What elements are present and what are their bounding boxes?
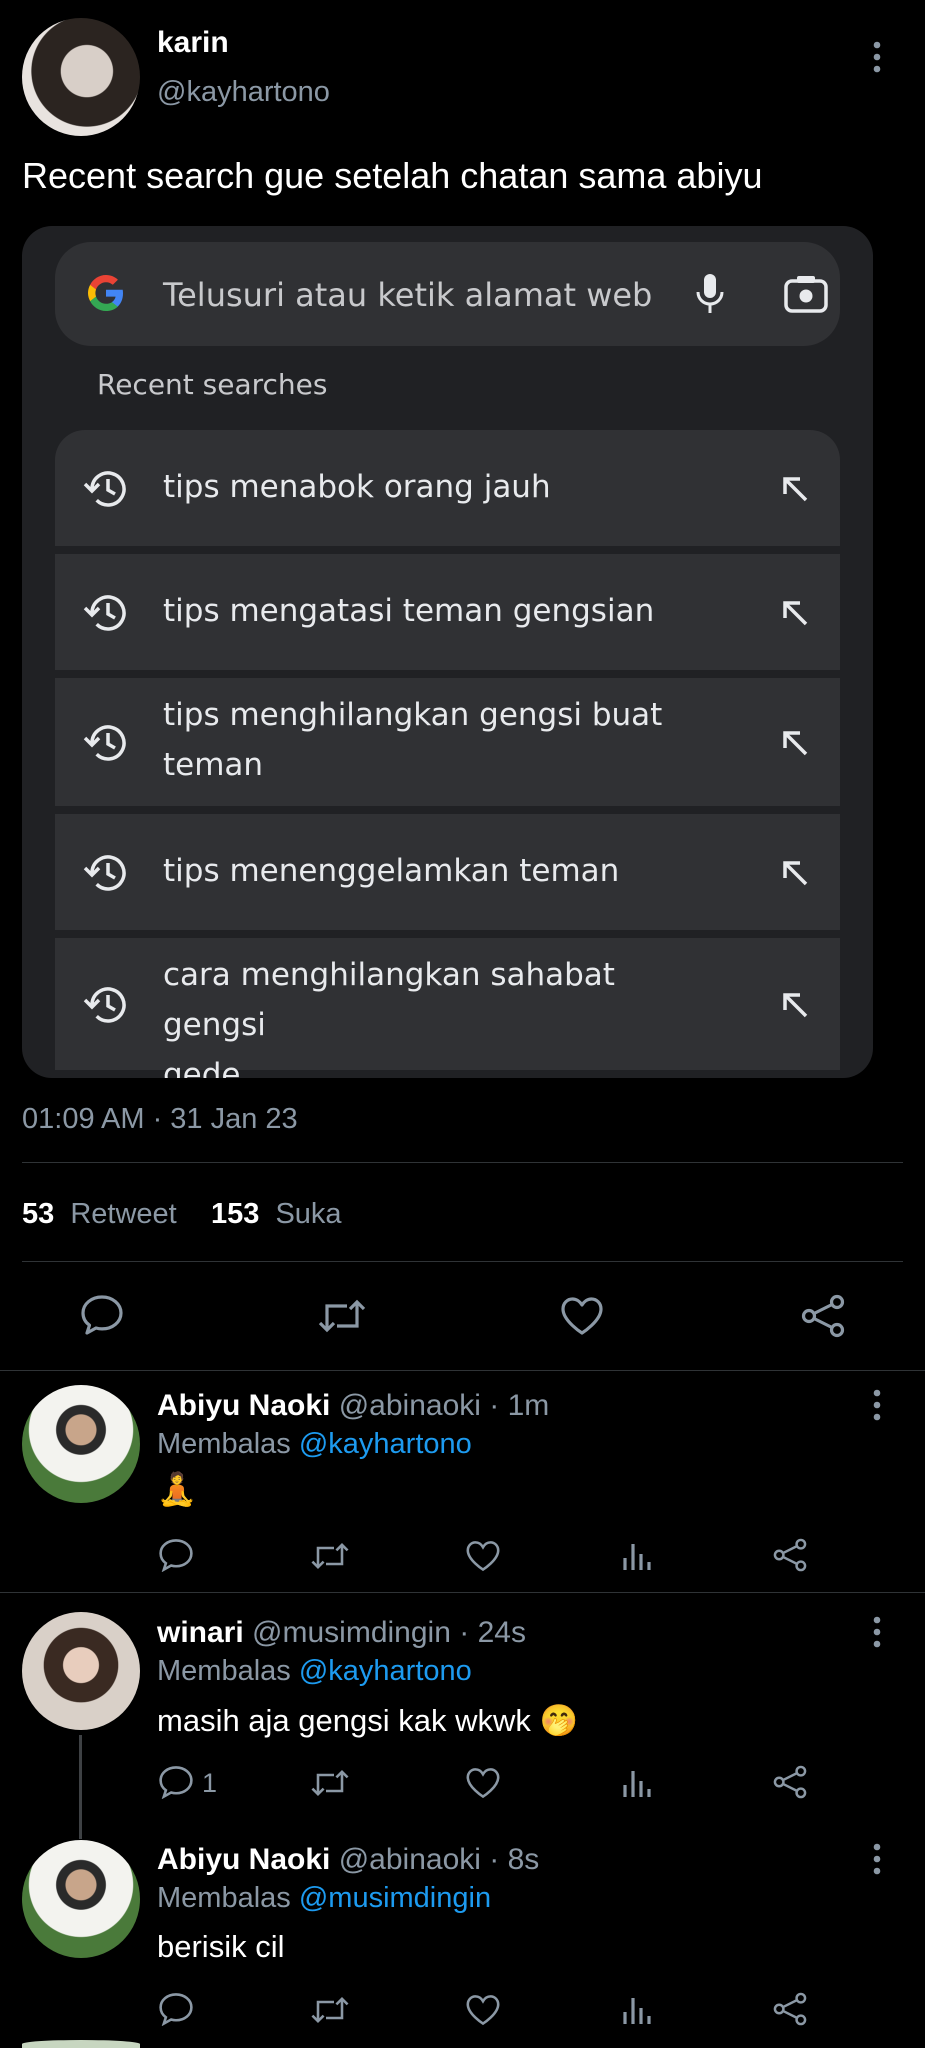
reply-author-handle[interactable]: @abinaoki <box>339 1843 481 1876</box>
fill-query-arrow-icon <box>780 990 810 1020</box>
replying-to-handle[interactable]: @kayhartono <box>299 1655 472 1687</box>
analytics-icon[interactable] <box>622 1540 652 1572</box>
retweet-icon[interactable] <box>318 1296 366 1336</box>
like-stats[interactable]: 153 Suka <box>211 1198 342 1231</box>
replying-label: Membalas <box>157 1428 291 1460</box>
divider <box>22 1261 903 1262</box>
like-icon[interactable] <box>465 1994 501 2026</box>
tweet-text: Recent search gue setelah chatan sama ab… <box>22 155 763 196</box>
history-icon <box>83 468 127 510</box>
retweet-label: Retweet <box>70 1198 177 1230</box>
retweet-count: 53 <box>22 1198 55 1230</box>
recent-search-text: tips mengatasi teman gengsian <box>163 593 655 629</box>
reply-author-name[interactable]: winari <box>157 1616 244 1649</box>
replying-to: Membalas @musimdingin <box>157 1882 491 1915</box>
camera-icon <box>783 274 829 314</box>
replying-to-handle[interactable]: @kayhartono <box>299 1428 472 1460</box>
recent-search-item: tips mengatasi teman gengsian <box>55 554 840 670</box>
more-options-icon[interactable] <box>870 1388 884 1422</box>
reply-icon[interactable] <box>158 1538 194 1572</box>
replying-to: Membalas @kayhartono <box>157 1655 472 1688</box>
fill-query-arrow-icon <box>780 728 810 758</box>
more-options-icon[interactable] <box>870 40 884 74</box>
recent-search-item: tips menenggelamkan teman <box>55 814 840 930</box>
reply-author-name[interactable]: Abiyu Naoki <box>157 1389 330 1422</box>
reply-icon[interactable] <box>80 1294 124 1336</box>
history-icon <box>83 722 127 764</box>
more-options-icon[interactable] <box>870 1842 884 1876</box>
retweet-icon[interactable] <box>310 1540 350 1572</box>
like-icon[interactable] <box>560 1296 604 1336</box>
like-count: 153 <box>211 1198 260 1230</box>
like-icon[interactable] <box>465 1767 501 1799</box>
reply-author-handle[interactable]: @musimdingin <box>252 1616 451 1649</box>
retweet-stats[interactable]: 53 Retweet <box>22 1198 177 1231</box>
reply-author-handle[interactable]: @abinaoki <box>339 1389 481 1422</box>
fill-query-arrow-icon <box>780 858 810 888</box>
reply-avatar[interactable] <box>22 1840 140 1958</box>
reply-text: masih aja gengsi kak wkwk 🤭 <box>157 1703 579 1738</box>
replying-label: Membalas <box>157 1882 291 1914</box>
history-icon <box>83 984 127 1026</box>
thread-line <box>79 1735 82 1839</box>
recent-search-text-line2: teman <box>163 747 264 783</box>
reply-header: winari @musimdingin · 24s <box>157 1616 526 1650</box>
author-avatar[interactable] <box>22 18 140 136</box>
author-name[interactable]: karin <box>157 26 229 60</box>
author-handle[interactable]: @kayhartono <box>157 76 330 109</box>
reply-text: berisik cil <box>157 1929 285 1964</box>
recent-search-text: tips menabok orang jauh <box>163 469 551 505</box>
reply-count: 1 <box>202 1768 218 1798</box>
divider <box>0 1592 925 1593</box>
more-options-icon[interactable] <box>870 1615 884 1649</box>
reply-time: · 8s <box>489 1843 540 1876</box>
reply-icon[interactable] <box>158 1992 194 2026</box>
recent-search-text: tips menghilangkan gengsi buat <box>163 697 663 733</box>
search-bar: Telusuri atau ketik alamat web <box>55 242 840 346</box>
google-logo-icon <box>85 272 127 314</box>
reply-author-name[interactable]: Abiyu Naoki <box>157 1843 330 1876</box>
microphone-icon <box>693 272 727 316</box>
tweet-timestamp: 01:09 AM · 31 Jan 23 <box>22 1103 298 1135</box>
retweet-icon[interactable] <box>310 1767 350 1799</box>
like-label: Suka <box>275 1198 342 1230</box>
retweet-icon[interactable] <box>310 1994 350 2026</box>
recent-search-item: cara menghilangkan sahabat gengsi gede <box>55 938 840 1078</box>
share-icon[interactable] <box>772 1992 808 2026</box>
recent-search-item: tips menabok orang jauh <box>55 430 840 546</box>
reply-text: 🧘 <box>157 1471 197 1507</box>
like-icon[interactable] <box>465 1540 501 1572</box>
replying-to: Membalas @kayhartono <box>157 1428 472 1461</box>
replying-label: Membalas <box>157 1655 291 1687</box>
reply-time: · 1m <box>489 1389 550 1422</box>
analytics-icon[interactable] <box>622 1767 652 1799</box>
share-icon[interactable] <box>772 1765 808 1799</box>
divider <box>0 1370 925 1371</box>
share-icon[interactable] <box>772 1538 808 1572</box>
divider <box>22 1162 903 1163</box>
recent-search-text: cara menghilangkan sahabat gengsi <box>163 957 615 1043</box>
search-placeholder: Telusuri atau ketik alamat web <box>163 276 653 314</box>
recent-search-item: tips menghilangkan gengsi buat teman <box>55 678 840 806</box>
recent-search-text: tips menenggelamkan teman <box>163 853 620 889</box>
analytics-icon[interactable] <box>622 1994 652 2026</box>
reply-avatar[interactable] <box>22 1385 140 1503</box>
replying-to-handle[interactable]: @musimdingin <box>299 1882 491 1914</box>
recent-search-text-line2: gede <box>163 1057 241 1078</box>
reply-header: Abiyu Naoki @abinaoki · 8s <box>157 1843 539 1877</box>
reply-icon[interactable] <box>158 1765 194 1799</box>
history-icon <box>83 592 127 634</box>
attached-screenshot[interactable]: Telusuri atau ketik alamat web Recent se… <box>22 226 873 1078</box>
history-icon <box>83 852 127 894</box>
reply-time: · 24s <box>459 1616 526 1649</box>
next-reply-avatar-partial[interactable] <box>22 2040 140 2048</box>
reply-header: Abiyu Naoki @abinaoki · 1m <box>157 1389 549 1423</box>
fill-query-arrow-icon <box>780 474 810 504</box>
reply-avatar[interactable] <box>22 1612 140 1730</box>
fill-query-arrow-icon <box>780 598 810 628</box>
recent-searches-title: Recent searches <box>97 368 328 401</box>
share-icon[interactable] <box>800 1294 846 1338</box>
